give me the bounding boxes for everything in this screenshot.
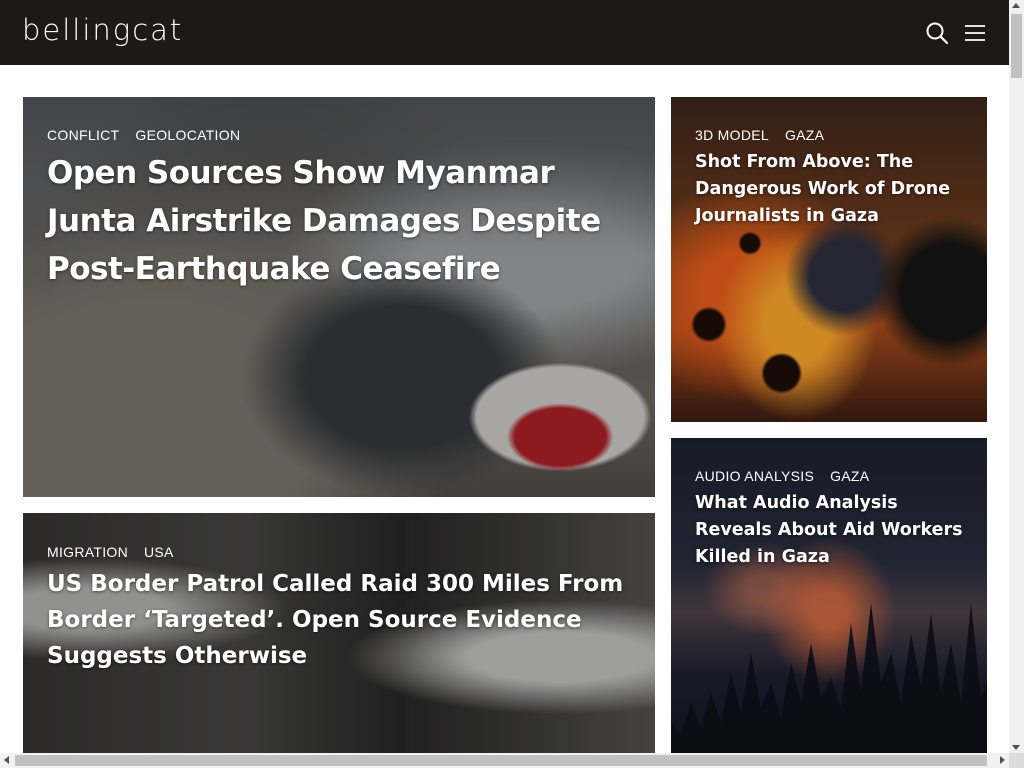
tag-list: MIGRATION USA: [47, 544, 631, 560]
scroll-up-arrow-icon[interactable]: [1012, 3, 1020, 8]
article-card-audio-analysis[interactable]: AUDIO ANALYSIS GAZA What Audio Analysis …: [671, 438, 987, 753]
search-button[interactable]: [925, 21, 949, 45]
vertical-scroll-thumb[interactable]: [1011, 14, 1022, 78]
article-title[interactable]: US Border Patrol Called Raid 300 Miles F…: [47, 566, 631, 674]
article-title[interactable]: Open Sources Show Myanmar Junta Airstrik…: [47, 149, 631, 293]
article-title[interactable]: What Audio Analysis Reveals About Aid Wo…: [695, 490, 963, 571]
article-title[interactable]: Shot From Above: The Dangerous Work of D…: [695, 149, 963, 230]
hamburger-menu-icon: [965, 25, 985, 41]
scroll-right-arrow-icon[interactable]: [1000, 756, 1005, 764]
scroll-down-arrow-icon[interactable]: [1012, 745, 1020, 750]
vertical-scrollbar[interactable]: [1009, 0, 1024, 753]
article-card-drone-journalists[interactable]: 3D MODEL GAZA Shot From Above: The Dange…: [671, 97, 987, 422]
article-card-content: MIGRATION USA US Border Patrol Called Ra…: [47, 544, 631, 674]
tag-list: 3D MODEL GAZA: [695, 127, 963, 143]
article-card-border-patrol[interactable]: MIGRATION USA US Border Patrol Called Ra…: [23, 513, 655, 753]
site-logo[interactable]: bellingcat: [22, 13, 183, 47]
horizontal-scrollbar[interactable]: [0, 753, 1009, 768]
tag-link[interactable]: CONFLICT: [47, 127, 119, 143]
tag-link[interactable]: GEOLOCATION: [135, 127, 240, 143]
tag-list: CONFLICT GEOLOCATION: [47, 127, 631, 143]
horizontal-scroll-thumb[interactable]: [15, 755, 987, 766]
tag-link[interactable]: 3D MODEL: [695, 127, 769, 143]
article-card-content: CONFLICT GEOLOCATION Open Sources Show M…: [47, 127, 631, 293]
tag-link[interactable]: MIGRATION: [47, 544, 128, 560]
scrollbar-corner: [1009, 753, 1024, 768]
search-icon: [926, 22, 949, 45]
menu-button[interactable]: [964, 23, 986, 43]
tag-link[interactable]: GAZA: [785, 127, 824, 143]
article-card-myanmar[interactable]: CONFLICT GEOLOCATION Open Sources Show M…: [23, 97, 655, 497]
tag-list: AUDIO ANALYSIS GAZA: [695, 468, 963, 484]
article-card-content: AUDIO ANALYSIS GAZA What Audio Analysis …: [695, 468, 963, 571]
article-card-content: 3D MODEL GAZA Shot From Above: The Dange…: [695, 127, 963, 230]
tag-link[interactable]: USA: [144, 544, 174, 560]
tag-link[interactable]: AUDIO ANALYSIS: [695, 468, 814, 484]
tag-link[interactable]: GAZA: [830, 468, 869, 484]
site-header: bellingcat: [0, 0, 1009, 65]
scroll-left-arrow-icon[interactable]: [4, 756, 9, 764]
